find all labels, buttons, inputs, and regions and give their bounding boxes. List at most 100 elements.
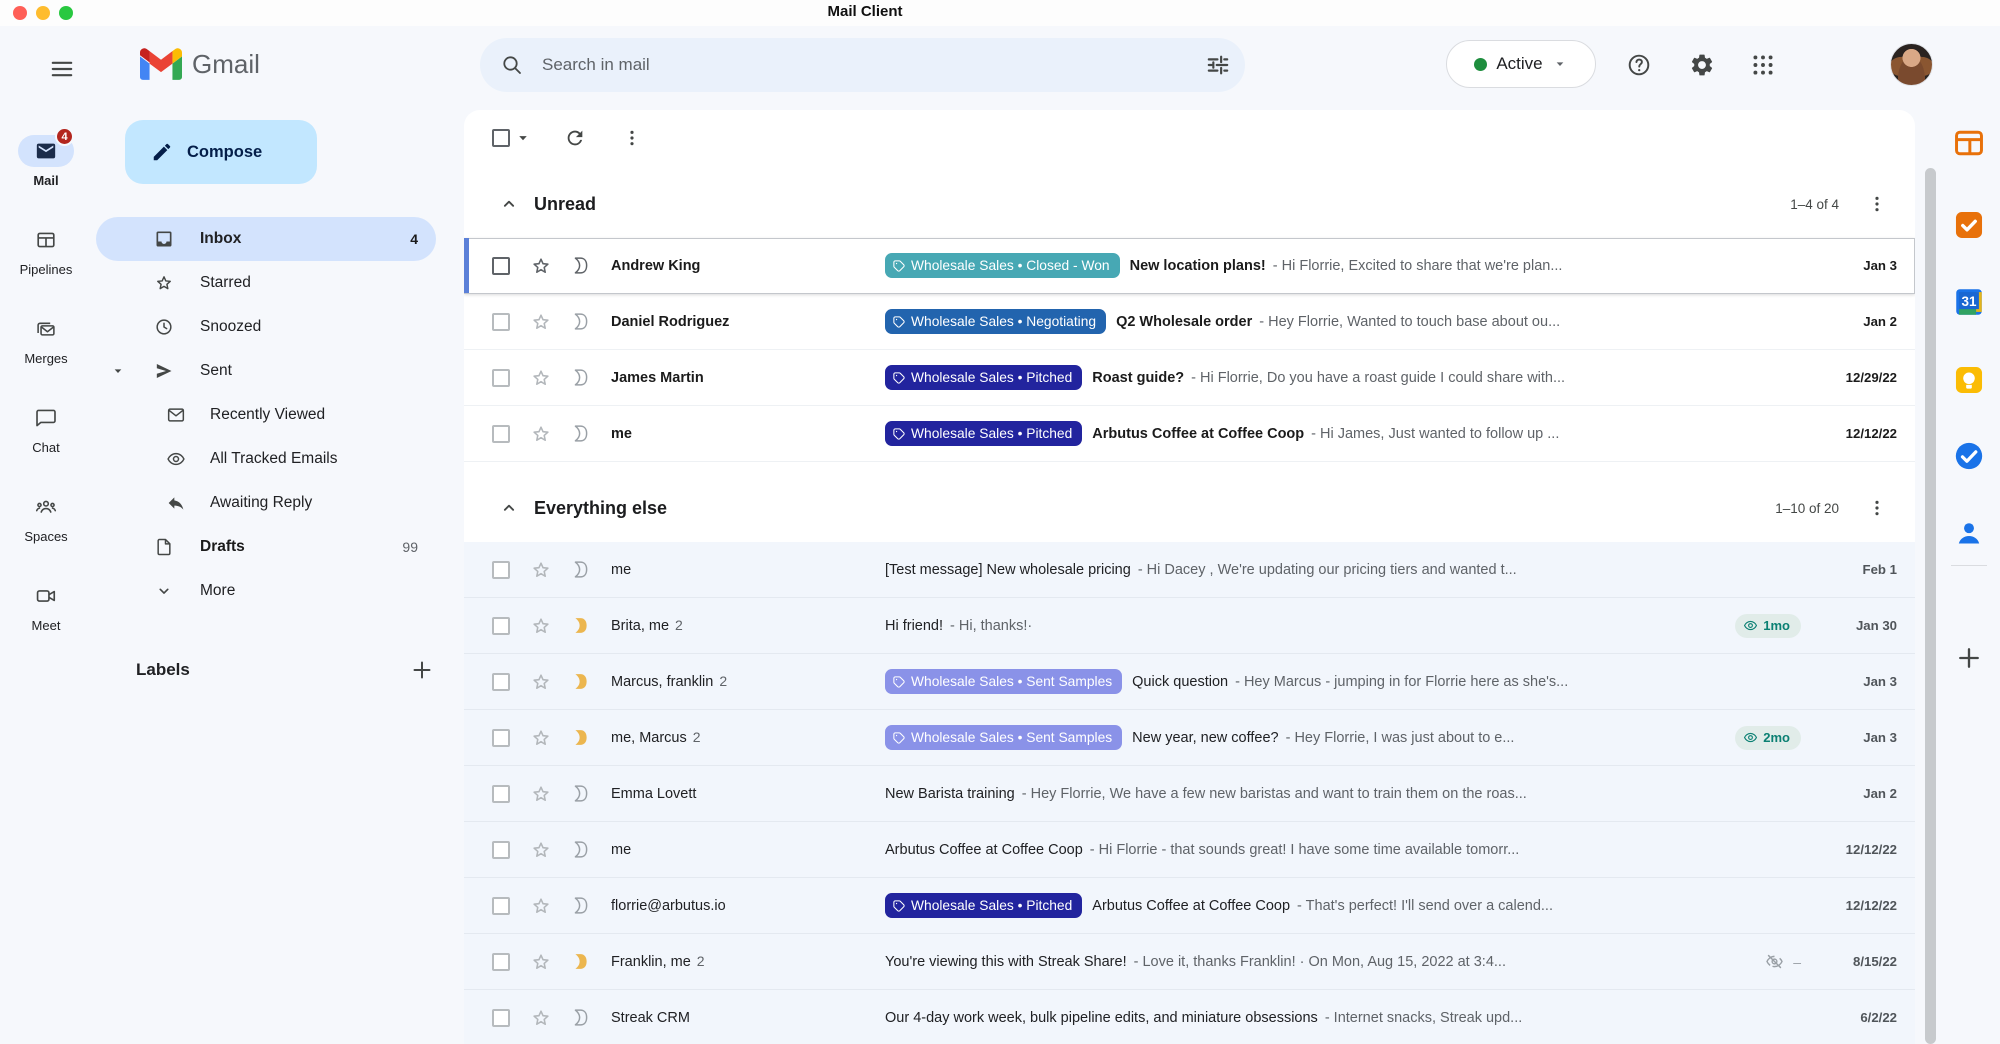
list-scrollbar[interactable] xyxy=(1925,168,1936,1044)
expander-icon[interactable] xyxy=(110,363,126,379)
streak-box-icon[interactable] xyxy=(570,839,591,860)
row-checkbox[interactable] xyxy=(492,425,510,443)
email-row[interactable]: Brita, me2 Hi friend! Hi, thanks!· 1mo J… xyxy=(464,598,1915,654)
streak-box-icon[interactable] xyxy=(570,1007,591,1028)
nav-item-spaces[interactable]: Spaces xyxy=(0,491,92,565)
google-tasks-icon[interactable] xyxy=(1952,439,1986,473)
fullscreen-button[interactable] xyxy=(59,6,73,20)
google-contacts-icon[interactable] xyxy=(1952,516,1986,550)
row-checkbox[interactable] xyxy=(492,785,510,803)
nav-item-meet[interactable]: Meet xyxy=(0,580,92,654)
email-row[interactable]: me [Test message] New wholesale pricing … xyxy=(464,542,1915,598)
email-row[interactable]: me Wholesale Sales • Pitched Arbutus Cof… xyxy=(464,406,1915,462)
email-row[interactable]: me, Marcus2 Wholesale Sales • Sent Sampl… xyxy=(464,710,1915,766)
collapse-section-icon[interactable] xyxy=(498,497,520,519)
nav-item-chat[interactable]: Chat xyxy=(0,402,92,476)
streak-tasks-icon[interactable] xyxy=(1952,208,1986,242)
close-button[interactable] xyxy=(13,6,27,20)
settings-gear-button[interactable] xyxy=(1689,52,1715,78)
gmail-logo[interactable]: Gmail xyxy=(140,48,260,80)
section-menu-icon[interactable] xyxy=(1867,498,1887,518)
sidebar-item-sent[interactable]: Sent xyxy=(96,349,436,393)
sidebar-item-starred[interactable]: Starred xyxy=(96,261,436,305)
streak-pipelines-icon[interactable] xyxy=(1952,126,1986,160)
sidebar-item-snoozed[interactable]: Snoozed xyxy=(96,305,436,349)
streak-box-icon[interactable] xyxy=(570,311,591,332)
star-icon[interactable] xyxy=(530,839,552,861)
streak-box-icon[interactable] xyxy=(570,615,591,636)
nav-item-merges[interactable]: Merges xyxy=(0,313,92,387)
sidebar-item-awaiting-reply[interactable]: Awaiting Reply xyxy=(96,481,436,525)
main-menu-button[interactable] xyxy=(47,56,83,82)
email-row[interactable]: Andrew King Wholesale Sales • Closed - W… xyxy=(464,238,1915,294)
email-row[interactable]: Emma Lovett New Barista training Hey Flo… xyxy=(464,766,1915,822)
star-icon[interactable] xyxy=(530,311,552,333)
compose-button[interactable]: Compose xyxy=(125,120,317,184)
status-dropdown[interactable]: Active xyxy=(1446,40,1596,88)
collapse-section-icon[interactable] xyxy=(498,193,520,215)
email-row[interactable]: Franklin, me2 You're viewing this with S… xyxy=(464,934,1915,990)
streak-box-icon[interactable] xyxy=(570,671,591,692)
streak-box-icon[interactable] xyxy=(570,255,591,276)
search-filters-icon[interactable] xyxy=(1205,52,1231,78)
user-avatar[interactable] xyxy=(1890,43,1933,86)
row-checkbox[interactable] xyxy=(492,897,510,915)
pipeline-stage-badge[interactable]: Wholesale Sales • Pitched xyxy=(885,365,1082,390)
nav-item-pipelines[interactable]: Pipelines xyxy=(0,224,92,298)
nav-item-mail[interactable]: 4 Mail xyxy=(0,135,92,209)
streak-box-icon[interactable] xyxy=(570,951,591,972)
sidebar-item-drafts[interactable]: Drafts 99 xyxy=(96,525,436,569)
pipeline-stage-badge[interactable]: Wholesale Sales • Pitched xyxy=(885,893,1082,918)
row-checkbox[interactable] xyxy=(492,313,510,331)
get-add-ons-button[interactable] xyxy=(1955,644,1983,672)
sidebar-item-inbox[interactable]: Inbox 4 xyxy=(96,217,436,261)
star-icon[interactable] xyxy=(530,951,552,973)
streak-box-icon[interactable] xyxy=(570,895,591,916)
pipeline-stage-badge[interactable]: Wholesale Sales • Closed - Won xyxy=(885,253,1120,278)
select-all-checkbox[interactable] xyxy=(492,129,510,147)
row-checkbox[interactable] xyxy=(492,617,510,635)
pipeline-stage-badge[interactable]: Wholesale Sales • Pitched xyxy=(885,421,1082,446)
pipeline-stage-badge[interactable]: Wholesale Sales • Sent Samples xyxy=(885,725,1122,750)
google-keep-icon[interactable] xyxy=(1952,363,1986,397)
row-checkbox[interactable] xyxy=(492,841,510,859)
streak-box-icon[interactable] xyxy=(570,727,591,748)
star-icon[interactable] xyxy=(530,559,552,581)
email-row[interactable]: me Arbutus Coffee at Coffee Coop Hi Flor… xyxy=(464,822,1915,878)
streak-box-icon[interactable] xyxy=(570,559,591,580)
star-icon[interactable] xyxy=(530,367,552,389)
star-icon[interactable] xyxy=(530,615,552,637)
row-checkbox[interactable] xyxy=(492,257,510,275)
sidebar-item-more[interactable]: More xyxy=(96,569,436,613)
email-row[interactable]: James Martin Wholesale Sales • Pitched R… xyxy=(464,350,1915,406)
star-icon[interactable] xyxy=(530,895,552,917)
minimize-button[interactable] xyxy=(36,6,50,20)
row-checkbox[interactable] xyxy=(492,673,510,691)
streak-box-icon[interactable] xyxy=(570,423,591,444)
streak-box-icon[interactable] xyxy=(570,783,591,804)
email-row[interactable]: florrie@arbutus.io Wholesale Sales • Pit… xyxy=(464,878,1915,934)
star-icon[interactable] xyxy=(530,783,552,805)
more-options-button[interactable] xyxy=(622,128,642,148)
row-checkbox[interactable] xyxy=(492,729,510,747)
row-checkbox[interactable] xyxy=(492,369,510,387)
row-checkbox[interactable] xyxy=(492,561,510,579)
email-row[interactable]: Marcus, franklin2 Wholesale Sales • Sent… xyxy=(464,654,1915,710)
streak-box-icon[interactable] xyxy=(570,367,591,388)
star-icon[interactable] xyxy=(530,423,552,445)
row-checkbox[interactable] xyxy=(492,953,510,971)
pipeline-stage-badge[interactable]: Wholesale Sales • Sent Samples xyxy=(885,669,1122,694)
section-menu-icon[interactable] xyxy=(1867,194,1887,214)
email-row[interactable]: Daniel Rodriguez Wholesale Sales • Negot… xyxy=(464,294,1915,350)
star-icon[interactable] xyxy=(530,255,552,277)
email-row[interactable]: Streak CRM Our 4-day work week, bulk pip… xyxy=(464,990,1915,1044)
star-icon[interactable] xyxy=(530,727,552,749)
create-label-button[interactable] xyxy=(410,658,434,682)
star-icon[interactable] xyxy=(530,1007,552,1029)
select-dropdown-icon[interactable] xyxy=(514,129,532,147)
search-bar[interactable] xyxy=(480,38,1245,92)
star-icon[interactable] xyxy=(530,671,552,693)
search-input[interactable] xyxy=(542,55,1205,75)
help-button[interactable] xyxy=(1626,52,1652,78)
google-apps-grid-button[interactable] xyxy=(1750,52,1776,78)
